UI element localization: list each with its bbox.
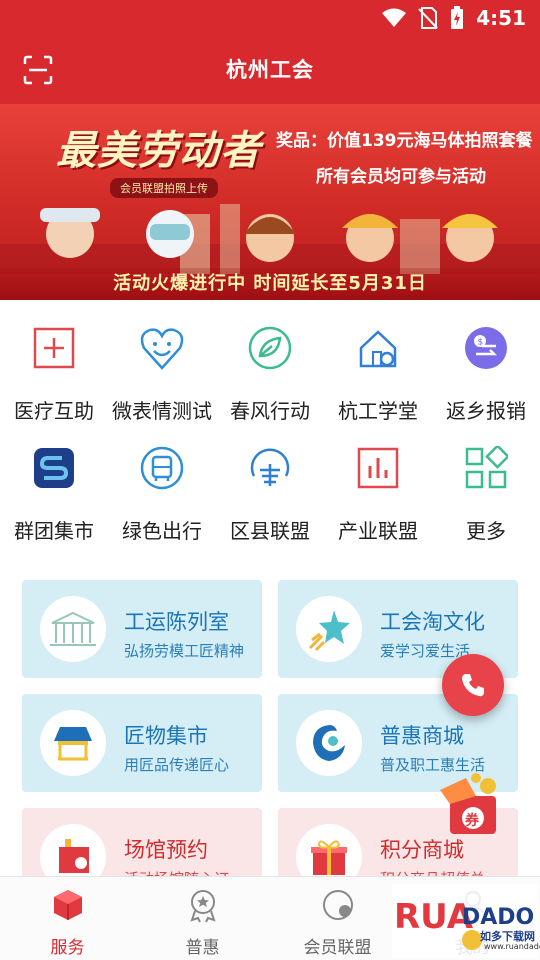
coupon-label: 券 [465, 813, 479, 829]
star-icon [308, 610, 350, 652]
card-icon-wrap [296, 824, 362, 876]
card-title: 工运陈列室 [124, 610, 229, 634]
status-icons: 4:51 [382, 6, 526, 30]
card-title: 匠物集市 [124, 724, 208, 748]
banner-prize: 奖品：价值139元海马体拍照套餐 [276, 131, 533, 151]
venue-icon [59, 839, 89, 873]
status-bar: 4:51 [0, 0, 540, 36]
wifi-icon [382, 8, 407, 27]
museum-icon [50, 611, 96, 646]
service-reimburse[interactable]: $ 返乡报销 [432, 300, 540, 423]
bus-icon [140, 446, 184, 490]
service-label: 更多 [466, 519, 506, 543]
service-grid: 医疗互助 微表情测试 春风行动 杭工学堂 $ 返乡报销 群团集市 绿色出行 区县… [0, 300, 540, 562]
card-icon-wrap [296, 710, 362, 776]
call-button[interactable] [442, 654, 504, 716]
card-icon-wrap [40, 824, 106, 876]
bar-chart-icon [357, 447, 399, 489]
service-medical[interactable]: 医疗互助 [0, 300, 108, 423]
tab-services[interactable]: 服务 [0, 877, 135, 960]
house-icon [359, 330, 397, 368]
grid-more-icon [465, 446, 508, 489]
banner-title: 最美劳动者 [56, 127, 261, 174]
reimburse-icon: $ [465, 327, 507, 369]
card-subtitle: 积分商品超值兑 [380, 868, 485, 876]
medal-icon [190, 890, 216, 923]
card-craft-market[interactable]: 匠物集市 用匠品传递匠心 [22, 694, 262, 792]
smile-heart-icon [140, 328, 184, 370]
service-label: 区县联盟 [230, 519, 310, 543]
card-labor-museum[interactable]: 工运陈列室 弘扬劳模工匠精神 [22, 580, 262, 678]
card-icon-wrap [296, 596, 362, 662]
gift-icon [311, 840, 347, 875]
card-subtitle: 活动场馆随心订 [124, 868, 229, 876]
service-label: 产业联盟 [338, 519, 418, 543]
banner-tag: 会员联盟拍照上传 [110, 178, 218, 198]
card-icon-wrap [40, 710, 106, 776]
cube-icon [54, 890, 82, 920]
phone-icon [462, 674, 484, 697]
tab-label: 普惠 [185, 938, 220, 958]
service-academy[interactable]: 杭工学堂 [324, 300, 432, 423]
tab-label: 服务 [50, 938, 85, 958]
alliance-icon [250, 448, 290, 486]
coupon-floating[interactable]: 券 [432, 770, 504, 840]
alliance-circle-icon [323, 890, 353, 920]
watermark-url: www.ruandado.com [484, 942, 540, 951]
page-title: 杭州工会 [226, 58, 314, 82]
mall-icon [313, 725, 345, 761]
service-industry-alliance[interactable]: 产业联盟 [324, 420, 432, 543]
service-market[interactable]: 群团集市 [0, 420, 108, 543]
tab-benefits[interactable]: 普惠 [135, 877, 270, 960]
service-spring-breeze[interactable]: 春风行动 [216, 300, 324, 423]
battery-charging-icon [451, 6, 464, 29]
watermark-logo: RUA DADO 如多下载网 www.ruandado.com [392, 884, 540, 958]
tab-label: 会员联盟 [303, 938, 372, 958]
service-micro-expression[interactable]: 微表情测试 [108, 300, 216, 423]
workers-illustration [0, 204, 540, 274]
stall-icon [54, 727, 92, 761]
service-label: 群团集市 [14, 519, 94, 543]
status-time: 4:51 [476, 6, 526, 30]
top-bar: 4:51 杭州工会 [0, 0, 540, 104]
service-label: 绿色出行 [122, 519, 202, 543]
market-s-icon [34, 448, 74, 488]
service-more[interactable]: 更多 [432, 420, 540, 543]
card-subtitle: 用匠品传递匠心 [124, 756, 230, 774]
banner-participants: 所有会员均可参与活动 [316, 167, 486, 187]
tab-member-alliance[interactable]: 会员联盟 [270, 877, 405, 960]
card-subtitle: 弘扬劳模工匠精神 [124, 642, 245, 660]
card-title: 场馆预约 [124, 838, 208, 862]
card-icon-wrap [40, 596, 106, 662]
svg-text:DADO: DADO [462, 905, 534, 930]
promo-banner[interactable]: 最美劳动者 会员联盟拍照上传 奖品：价值139元海马体拍照套餐 所有会员均可参与… [0, 104, 540, 300]
service-county-alliance[interactable]: 区县联盟 [216, 420, 324, 543]
card-title: 普惠商城 [380, 724, 464, 748]
medical-cross-icon [33, 327, 75, 369]
banner-slogan: 活动火爆进行中 时间延长至5月31日 [0, 268, 540, 300]
leaf-icon [248, 326, 292, 370]
service-green-travel[interactable]: 绿色出行 [108, 420, 216, 543]
header: 杭州工会 [0, 36, 540, 104]
card-title: 工会淘文化 [380, 610, 485, 634]
card-venue-booking[interactable]: 场馆预约 活动场馆随心订 [22, 808, 262, 876]
no-sim-icon [418, 7, 438, 29]
